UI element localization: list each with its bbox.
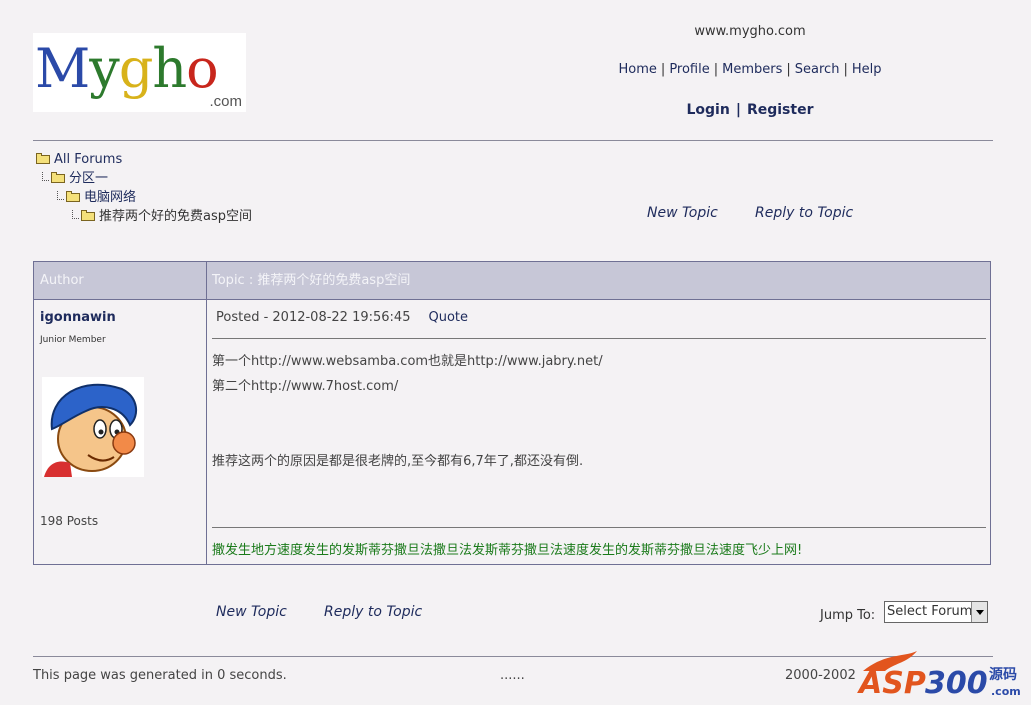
jump-select-value: Select Forum (887, 604, 973, 619)
tree-connector (57, 191, 64, 200)
author-rank: Junior Member (40, 335, 106, 345)
post-body-line: 第一个http://www.websamba.com也就是http://www.… (212, 354, 603, 369)
post-table: Author Topic : 推荐两个好的免费asp空间 igonnawin J… (33, 261, 991, 565)
author-name[interactable]: igonnawin (40, 310, 116, 325)
breadcrumb-all-forums[interactable]: All Forums (36, 151, 122, 169)
nav-search[interactable]: Search (795, 62, 840, 77)
watermark-logo: ASP 300 源码 .com (855, 649, 1025, 701)
footer-copyright: 2000-2002 (785, 668, 856, 683)
breadcrumb-label: All Forums (54, 152, 123, 167)
folder-open-icon (51, 172, 66, 183)
site-url: www.mygho.com (694, 24, 806, 39)
footer-dots: ...... (500, 668, 525, 683)
nav-separator: | (660, 62, 666, 77)
folder-topic-icon (81, 210, 96, 221)
new-topic-link-top[interactable]: New Topic (647, 205, 718, 221)
site-logo[interactable]: Mygho .com (33, 33, 246, 112)
breadcrumb-topic: 推荐两个好的免费asp空间 (81, 208, 252, 226)
avatar (42, 377, 144, 477)
svg-text:300: 300 (925, 666, 988, 701)
table-header: Author Topic : 推荐两个好的免费asp空间 (34, 262, 990, 300)
folder-open-icon (66, 191, 81, 202)
footer-generated: This page was generated in 0 seconds. (33, 668, 287, 683)
reply-link-top[interactable]: Reply to Topic (755, 205, 853, 221)
tree-connector (42, 172, 49, 181)
jump-to-select[interactable]: Select Forum (884, 601, 988, 623)
svg-text:.com: .com (991, 685, 1021, 698)
post-meta: Posted - 2012-08-22 19:56:45 Quote (216, 310, 468, 325)
jump-to-label: Jump To: (820, 608, 876, 623)
breadcrumb-section[interactable]: 分区一 (51, 170, 108, 188)
logo-suffix: .com (209, 93, 242, 110)
signature-divider (212, 527, 986, 528)
top-nav: Home | Profile | Members | Search | Help (560, 62, 940, 77)
new-topic-link-bottom[interactable]: New Topic (216, 604, 287, 620)
login-link[interactable]: Login (687, 102, 730, 118)
breadcrumb-label: 分区一 (69, 171, 109, 186)
nav-separator: | (786, 62, 791, 77)
logo-wordmark: Mygho (35, 37, 219, 100)
post-body-line: 推荐这两个的原因是都是很老牌的,至今都有6,7年了,都还没有倒. (212, 454, 584, 469)
column-divider (206, 262, 207, 564)
author-post-count: 198 Posts (40, 514, 99, 528)
post-divider (212, 338, 986, 339)
quote-link[interactable]: Quote (428, 310, 468, 325)
nav-separator: | (713, 62, 719, 77)
header-topic: Topic : 推荐两个好的免费asp空间 (212, 273, 411, 288)
register-link[interactable]: Register (747, 102, 814, 118)
svg-text:ASP: ASP (857, 666, 926, 701)
footer-divider (33, 656, 993, 657)
breadcrumb-label: 电脑网络 (84, 190, 137, 205)
chevron-down-icon[interactable] (971, 602, 987, 622)
reply-link-bottom[interactable]: Reply to Topic (324, 604, 422, 620)
nav-help[interactable]: Help (852, 62, 882, 77)
svg-text:源码: 源码 (989, 666, 1017, 683)
post-signature: 撒发生地方速度发生的发斯蒂芬撒旦法撒旦法发斯蒂芬撒旦法速度发生的发斯蒂芬撒旦法速… (212, 543, 803, 558)
header-divider (33, 140, 993, 141)
tree-connector (72, 210, 79, 219)
posted-date: Posted - 2012-08-22 19:56:45 (216, 310, 411, 325)
post-body-line: 第二个http://www.7host.com/ (212, 379, 399, 394)
nav-members[interactable]: Members (722, 62, 782, 77)
folder-open-icon (36, 153, 51, 164)
auth-separator: | (735, 102, 741, 118)
breadcrumb-label: 推荐两个好的免费asp空间 (99, 209, 252, 224)
header-author: Author (40, 273, 84, 288)
breadcrumb-forum[interactable]: 电脑网络 (66, 189, 136, 207)
nav-home[interactable]: Home (619, 62, 657, 77)
auth-nav: Login | Register (600, 102, 900, 118)
nav-separator: | (843, 62, 848, 77)
nav-profile[interactable]: Profile (669, 62, 709, 77)
